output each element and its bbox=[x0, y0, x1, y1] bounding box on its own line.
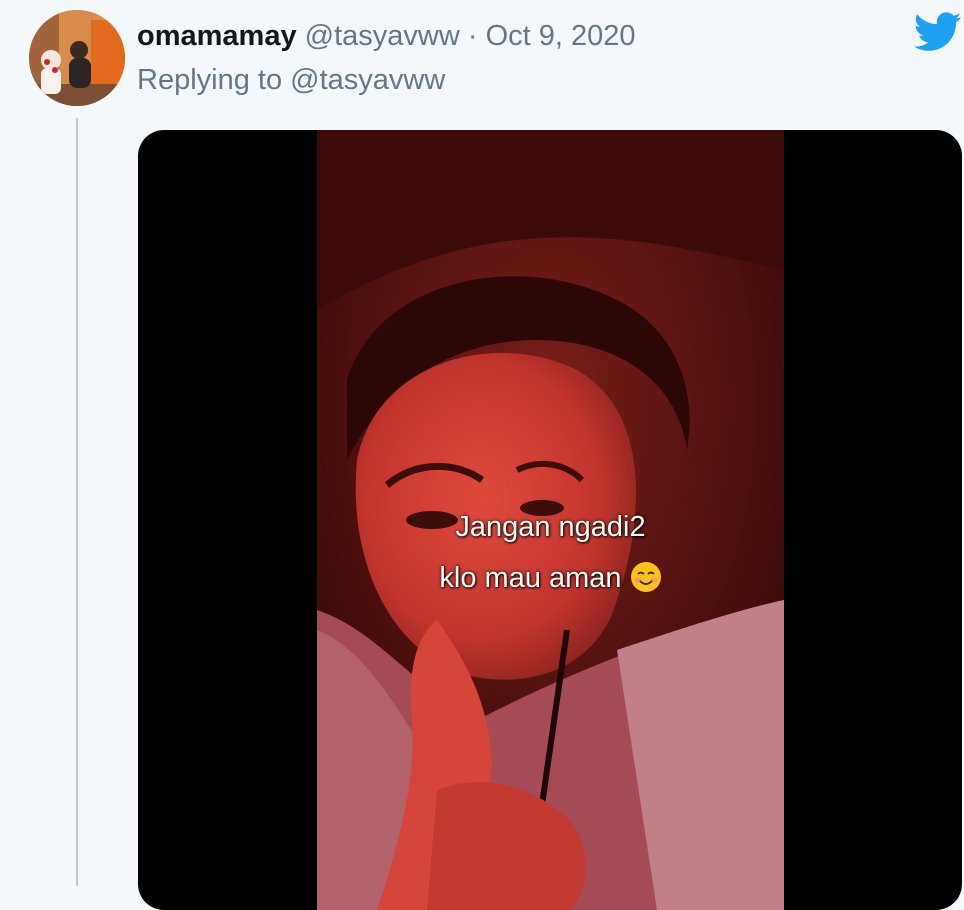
replying-to: Replying to @tasyavww bbox=[137, 62, 445, 98]
caption-line-2-text: klo mau aman bbox=[439, 562, 622, 594]
avatar[interactable] bbox=[29, 10, 125, 106]
header-separator: · bbox=[467, 20, 478, 52]
user-handle[interactable]: @tasyavww bbox=[305, 20, 460, 52]
thread-line bbox=[76, 118, 78, 886]
video-caption: Jangan ngadi2 klo mau aman bbox=[317, 502, 784, 604]
tweet-date[interactable]: Oct 9, 2020 bbox=[486, 20, 636, 52]
smiling-face-emoji-icon bbox=[630, 561, 662, 593]
replying-to-handle[interactable]: @tasyavww bbox=[290, 64, 445, 96]
twitter-bird-icon[interactable] bbox=[913, 12, 962, 54]
video-frame: Jangan ngadi2 klo mau aman bbox=[317, 130, 784, 910]
tweet-media-video[interactable]: Jangan ngadi2 klo mau aman bbox=[138, 130, 962, 910]
caption-line-1: Jangan ngadi2 bbox=[455, 511, 646, 543]
tweet-header: omamamay @tasyavww · Oct 9, 2020 bbox=[137, 18, 636, 54]
caption-line-2: klo mau aman bbox=[317, 553, 784, 604]
display-name[interactable]: omamamay bbox=[137, 20, 297, 52]
replying-prefix: Replying to bbox=[137, 64, 291, 96]
tweet: omamamay @tasyavww · Oct 9, 2020 Replyin… bbox=[0, 0, 964, 910]
